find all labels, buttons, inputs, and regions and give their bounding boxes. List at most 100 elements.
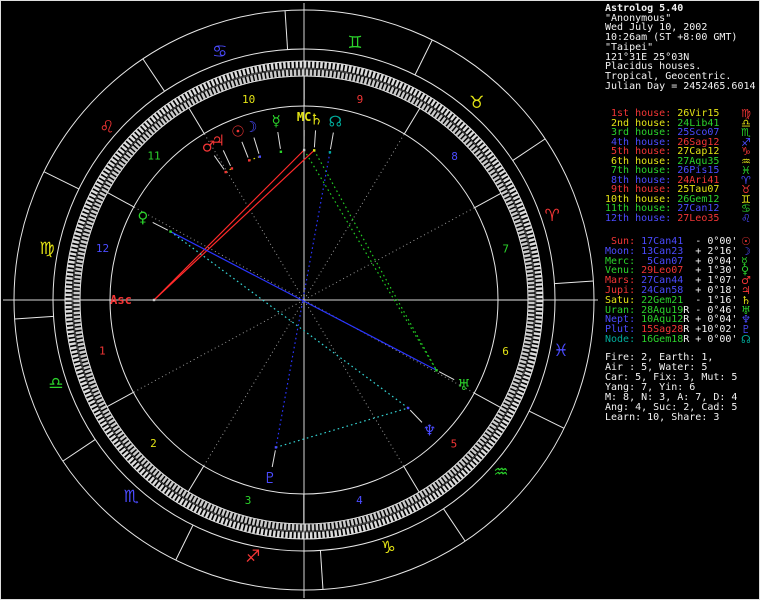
degree-tick [509, 405, 517, 411]
degree-tick [534, 266, 541, 270]
degree-tick [474, 149, 481, 157]
degree-tick [228, 520, 233, 528]
degree-tick [432, 482, 439, 490]
degree-tick [528, 355, 536, 360]
degree-tick [428, 494, 435, 502]
degree-tick [256, 527, 260, 535]
degree-tick [415, 493, 422, 500]
astrolog-window: ♈ ♉ ♊ ♋ ♌ ♍ ♎ ♏ ♐ ♑ ♒ ♓ 1 2 3 4 5 6 7 8 9 10 11 12 ☉ ☽ ☿ ♀ ♂ ♃ ♄ ♅ ♆ ♇ ☊ As… [0, 0, 760, 600]
degree-tick [359, 68, 364, 76]
degree-tick [224, 510, 230, 518]
degree-tick [455, 129, 462, 137]
degree-tick [350, 518, 355, 526]
degree-tick [274, 62, 278, 70]
degree-tick [465, 454, 472, 461]
degree-tick [263, 520, 268, 528]
planet-position-dot [328, 151, 332, 154]
degree-tick [92, 205, 100, 211]
degree-tick [503, 399, 511, 405]
degree-tick [387, 77, 392, 84]
degree-tick [265, 72, 270, 79]
degree-tick [511, 211, 518, 217]
degree-tick [171, 483, 178, 491]
angle-label: Asc [110, 293, 132, 307]
degree-tick [514, 218, 521, 224]
degree-tick [155, 471, 162, 479]
zodiac-sign-icon: ♉ [469, 93, 484, 113]
house-cusp-spoke [303, 300, 405, 467]
degree-tick [523, 344, 531, 349]
degree-tick [491, 159, 499, 166]
degree-tick [250, 66, 254, 74]
degree-tick [469, 143, 476, 151]
degree-tick [356, 67, 360, 75]
aspect-line [313, 150, 438, 371]
degree-tick [181, 490, 188, 497]
house-number: 10 [242, 93, 255, 106]
degree-tick [487, 426, 495, 433]
degree-tick [67, 264, 75, 268]
degree-tick [106, 415, 113, 421]
degree-tick [166, 113, 173, 120]
degree-tick [508, 408, 515, 415]
planet-position-dot [302, 148, 306, 152]
degree-tick [80, 354, 87, 358]
degree-tick [219, 84, 224, 92]
degree-tick [82, 361, 90, 366]
degree-tick [97, 195, 105, 201]
degree-tick [470, 134, 478, 141]
degree-tick [85, 372, 93, 378]
degree-tick [97, 178, 104, 185]
degree-tick [94, 410, 101, 416]
degree-tick [378, 82, 384, 90]
degree-tick [518, 234, 526, 239]
planet-icon: ☊ [741, 332, 751, 346]
degree-tick [476, 140, 483, 147]
degree-tick [179, 104, 186, 111]
degree-tick [195, 497, 201, 505]
degree-tick [467, 451, 475, 458]
degree-tick [498, 410, 505, 416]
degree-tick [145, 131, 152, 138]
degree-tick [91, 387, 99, 393]
degree-tick [466, 141, 473, 148]
planet-icon: ☊ [329, 113, 342, 131]
degree-tick [463, 138, 471, 145]
degree-tick [324, 62, 328, 69]
degree-tick [499, 186, 506, 192]
degree-tick [506, 200, 514, 206]
degree-tick [532, 340, 540, 344]
degree-tick [87, 376, 94, 382]
degree-tick [110, 157, 118, 164]
degree-tick [90, 209, 98, 215]
degree-tick [99, 191, 107, 197]
degree-tick [277, 70, 281, 78]
degree-tick [75, 263, 83, 268]
degree-tick [144, 121, 151, 128]
degree-tick [124, 440, 132, 447]
degree-tick [520, 238, 527, 243]
degree-tick [361, 516, 366, 523]
degree-tick [128, 148, 135, 155]
degree-tick [157, 120, 164, 128]
degree-tick [195, 86, 201, 94]
degree-tick [453, 465, 461, 472]
planet-pointer-line [213, 155, 225, 170]
degree-tick [230, 80, 235, 88]
degree-tick [527, 234, 535, 239]
house-cusp-line [106, 391, 134, 408]
degree-tick [516, 390, 524, 396]
degree-tick [100, 421, 108, 427]
degree-tick [258, 65, 262, 73]
degree-tick [485, 442, 493, 449]
degree-tick [83, 388, 91, 394]
degree-tick [261, 72, 266, 80]
planet-pointer-line [329, 132, 334, 150]
degree-tick [328, 62, 332, 70]
house-number: 12 [96, 242, 109, 255]
degree-tick [524, 336, 532, 341]
planet-pointer-line [271, 450, 276, 468]
degree-tick [501, 403, 509, 409]
degree-tick [456, 119, 463, 127]
degree-tick [88, 399, 96, 405]
